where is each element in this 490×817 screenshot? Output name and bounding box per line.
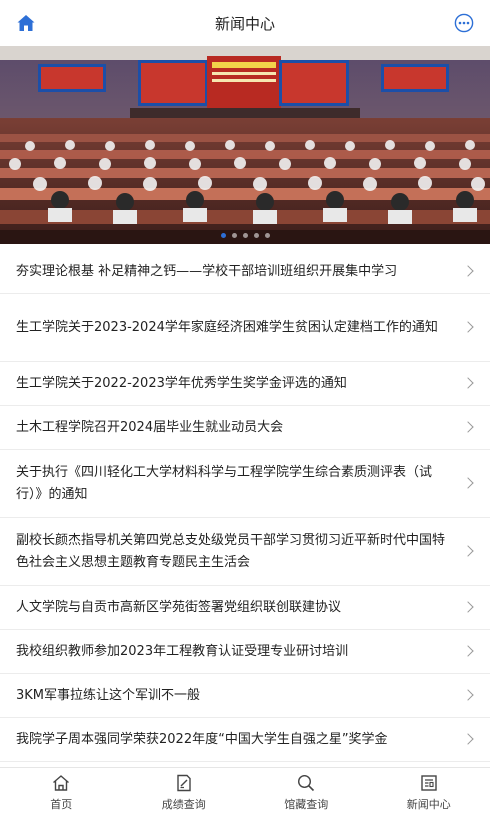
chevron-right-icon — [462, 732, 474, 745]
chevron-right-icon — [462, 320, 474, 333]
tab-grades[interactable]: 成绩查询 — [123, 768, 246, 817]
news-title: 夯实理论根基 补足精神之钙——学校干部培训班组织开展集中学习 — [16, 263, 398, 279]
news-list: 夯实理论根基 补足精神之钙——学校干部培训班组织开展集中学习生工学院关于2023… — [0, 250, 490, 762]
news-title: 我校组织教师参加2023年工程教育认证受理专业研讨培训 — [16, 643, 349, 659]
news-item[interactable]: 3KM军事拉练让这个军训不一般 — [0, 674, 490, 718]
tab-news[interactable]: 新闻中心 — [368, 768, 490, 817]
news-title: 副校长颜杰指导机关第四党总支处级党员干部学习贯彻习近平新时代中国特色社会主义思想… — [16, 532, 446, 570]
tab-label: 馆藏查询 — [284, 798, 329, 811]
chevron-right-icon — [462, 420, 474, 433]
news-item[interactable]: 生工学院关于2022-2023学年优秀学生奖学金评选的通知 — [0, 362, 490, 406]
chevron-right-icon — [462, 688, 474, 701]
news-item[interactable]: 副校长颜杰指导机关第四党总支处级党员干部学习贯彻习近平新时代中国特色社会主义思想… — [0, 518, 490, 586]
news-item[interactable]: 我校组织教师参加2023年工程教育认证受理专业研讨培训 — [0, 630, 490, 674]
chevron-right-icon — [462, 544, 474, 557]
news-item[interactable]: 生工学院关于2023-2024学年家庭经济困难学生贫困认定建档工作的通知 — [0, 294, 490, 362]
chevron-right-icon — [462, 600, 474, 613]
chevron-right-icon — [462, 476, 474, 489]
news-title: 关于执行《四川轻化工大学材料科学与工程学院学生综合素质测评表（试行）》的通知 — [16, 464, 433, 502]
chevron-right-icon — [462, 376, 474, 389]
news-title: 3KM军事拉练让这个军训不一般 — [16, 687, 201, 703]
search-icon — [298, 774, 315, 792]
home-outline-icon — [53, 775, 70, 791]
banner-carousel[interactable] — [0, 46, 490, 244]
bottom-tab-bar: 首页 成绩查询 馆藏查询 新闻中心 — [0, 767, 490, 817]
news-title: 土木工程学院召开2024届毕业生就业动员大会 — [16, 419, 284, 435]
news-item[interactable]: 夯实理论根基 补足精神之钙——学校干部培训班组织开展集中学习 — [0, 250, 490, 294]
chevron-right-icon — [462, 644, 474, 657]
banner-image — [0, 46, 490, 244]
tab-label: 成绩查询 — [161, 798, 206, 811]
top-bar: 新闻中心 — [0, 0, 490, 46]
news-item[interactable]: 土木工程学院召开2024届毕业生就业动员大会 — [0, 406, 490, 450]
chevron-right-icon — [462, 264, 474, 277]
news-item[interactable]: 我院学子周本强同学荣获2022年度“中国大学生自强之星”奖学金 — [0, 718, 490, 762]
tab-home[interactable]: 首页 — [0, 768, 123, 817]
document-edit-icon — [177, 774, 191, 792]
carousel-dot[interactable] — [242, 233, 248, 238]
tab-label: 首页 — [50, 798, 73, 811]
news-icon — [421, 775, 437, 791]
tab-label: 新闻中心 — [406, 798, 451, 811]
news-item[interactable]: 人文学院与自贡市高新区学苑街签署党组织联创联建协议 — [0, 586, 490, 630]
carousel-dot[interactable] — [264, 233, 270, 238]
carousel-dot[interactable] — [231, 233, 237, 238]
news-title: 生工学院关于2023-2024学年家庭经济困难学生贫困认定建档工作的通知 — [16, 319, 438, 335]
page-title: 新闻中心 — [214, 14, 275, 33]
news-title: 人文学院与自贡市高新区学苑街签署党组织联创联建协议 — [16, 599, 342, 615]
home-icon[interactable] — [16, 13, 36, 33]
carousel-dot[interactable] — [220, 233, 226, 238]
news-title: 生工学院关于2022-2023学年优秀学生奖学金评选的通知 — [16, 375, 347, 391]
carousel-dot[interactable] — [253, 233, 259, 238]
carousel-indicator — [0, 233, 490, 238]
news-title: 我院学子周本强同学荣获2022年度“中国大学生自强之星”奖学金 — [16, 731, 388, 747]
more-icon[interactable] — [454, 13, 474, 33]
news-item[interactable]: 关于执行《四川轻化工大学材料科学与工程学院学生综合素质测评表（试行）》的通知 — [0, 450, 490, 518]
tab-library[interactable]: 馆藏查询 — [245, 768, 368, 817]
